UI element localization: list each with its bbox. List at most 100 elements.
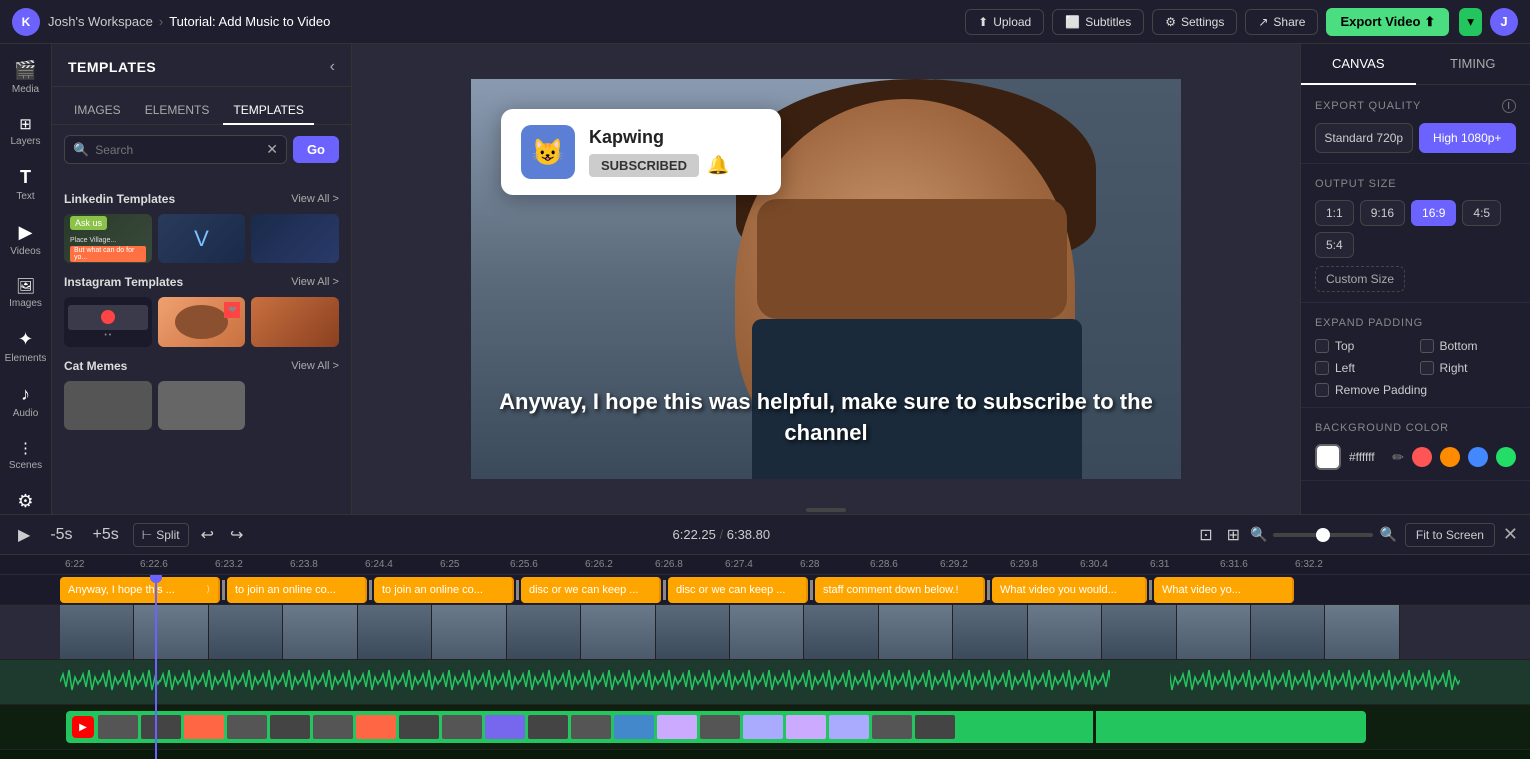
search-clear-button[interactable]: ✕ bbox=[266, 141, 278, 158]
export-quality-info-icon[interactable]: i bbox=[1502, 99, 1516, 113]
undo-button[interactable]: ↩ bbox=[197, 521, 218, 549]
music-bar[interactable]: ▶ bbox=[66, 711, 1366, 743]
tab-canvas[interactable]: CANVAS bbox=[1301, 44, 1416, 85]
color-swatch-red[interactable] bbox=[1412, 447, 1432, 467]
color-swatch-blue[interactable] bbox=[1468, 447, 1488, 467]
quality-720p-button[interactable]: Standard 720p bbox=[1315, 123, 1413, 153]
quality-1080p-button[interactable]: High 1080p+ bbox=[1419, 123, 1517, 153]
chip-handle-3 bbox=[663, 580, 666, 600]
catmemes-thumb-2[interactable] bbox=[158, 381, 246, 430]
padding-right-checkbox[interactable] bbox=[1420, 361, 1434, 375]
ruler-mark-2: 6:23.2 bbox=[215, 559, 243, 570]
linkedin-thumb-3[interactable] bbox=[251, 214, 339, 263]
tab-elements[interactable]: ELEMENTS bbox=[135, 97, 220, 125]
videos-icon: ▶ bbox=[19, 222, 33, 243]
tab-images[interactable]: IMAGES bbox=[64, 97, 131, 125]
ruler-mark-0: 6:22 bbox=[65, 559, 84, 570]
workspace-link[interactable]: Josh's Workspace bbox=[48, 14, 153, 29]
templates-panel: TEMPLATES ‹ IMAGES ELEMENTS TEMPLATES 🔍 … bbox=[52, 44, 352, 514]
size-9-16-button[interactable]: 9:16 bbox=[1360, 200, 1405, 226]
ruler-mark-15: 6:31 bbox=[1150, 559, 1169, 570]
export-button[interactable]: Export Video ⬆ bbox=[1326, 8, 1449, 36]
color-swatch-green[interactable] bbox=[1496, 447, 1516, 467]
subtitle-chip-4[interactable]: disc or we can keep ... bbox=[668, 577, 808, 603]
export-quality-title: EXPORT QUALITY i bbox=[1315, 99, 1516, 113]
avatar[interactable]: J bbox=[1490, 8, 1518, 36]
padding-left-checkbox[interactable] bbox=[1315, 361, 1329, 375]
bg-color-value: #ffffff bbox=[1349, 450, 1384, 464]
minus5-button[interactable]: -5s bbox=[44, 522, 78, 548]
video-frame-strip[interactable] bbox=[60, 605, 1400, 660]
sidebar-item-videos[interactable]: ▶ Videos bbox=[4, 214, 48, 265]
redo-button[interactable]: ↪ bbox=[226, 521, 247, 549]
size-5-4-button[interactable]: 5:4 bbox=[1315, 232, 1354, 258]
audio-waveform-svg bbox=[60, 662, 1460, 702]
zoom-fit-icon[interactable]: ⊡ bbox=[1195, 521, 1216, 549]
output-size-title: OUTPUT SIZE bbox=[1315, 178, 1516, 190]
panel-collapse-button[interactable]: ‹ bbox=[330, 58, 335, 76]
subtitle-chip-2[interactable]: to join an online co... bbox=[374, 577, 514, 603]
notif-sub-row: SUBSCRIBED 🔔 bbox=[589, 154, 761, 177]
subtitle-chip-6[interactable]: What video you would... bbox=[992, 577, 1147, 603]
sidebar-item-images[interactable]: 🖼 Images bbox=[4, 269, 48, 317]
sidebar-item-media[interactable]: 🎬 Media bbox=[4, 52, 48, 103]
bg-color-edit-button[interactable]: ✏ bbox=[1392, 449, 1404, 466]
ruler-mark-6: 6:25.6 bbox=[510, 559, 538, 570]
ruler-mark-14: 6:30.4 bbox=[1080, 559, 1108, 570]
size-16-9-button[interactable]: 16:9 bbox=[1411, 200, 1456, 226]
linkedin-thumb-2[interactable]: V bbox=[158, 214, 246, 263]
padding-top-checkbox[interactable] bbox=[1315, 339, 1329, 353]
videos-label: Videos bbox=[10, 246, 40, 257]
subtitle-chip-5[interactable]: staff comment down below.! bbox=[815, 577, 985, 603]
breadcrumb-separator: › bbox=[159, 14, 163, 29]
timeline-close-button[interactable]: ✕ bbox=[1503, 524, 1518, 545]
bg-color-title: BACKGROUND COLOR bbox=[1315, 422, 1516, 434]
size-4-5-button[interactable]: 4:5 bbox=[1462, 200, 1501, 226]
instagram-view-all[interactable]: View All > bbox=[291, 276, 339, 288]
linkedin-thumb-1[interactable]: Ask us Place Village... But what can do … bbox=[64, 214, 152, 263]
search-input[interactable] bbox=[95, 143, 260, 157]
instagram-thumb-3[interactable] bbox=[251, 297, 339, 346]
bg-color-swatch[interactable] bbox=[1315, 444, 1341, 470]
export-dropdown-button[interactable]: ▾ bbox=[1459, 8, 1482, 36]
resize-handle[interactable] bbox=[806, 508, 846, 512]
tab-timing[interactable]: TIMING bbox=[1416, 44, 1530, 85]
split-button[interactable]: ⊢ Split bbox=[133, 523, 189, 547]
color-swatch-orange[interactable] bbox=[1440, 447, 1460, 467]
sidebar-item-scenes[interactable]: ⋮ Scenes bbox=[4, 431, 48, 479]
fit-to-screen-button[interactable]: Fit to Screen bbox=[1405, 523, 1495, 547]
custom-size-button[interactable]: Custom Size bbox=[1315, 266, 1405, 292]
catmemes-thumb-1[interactable] bbox=[64, 381, 152, 430]
remove-padding-checkbox[interactable] bbox=[1315, 383, 1329, 397]
plus5-button[interactable]: +5s bbox=[87, 522, 125, 548]
instagram-thumb-2[interactable]: ❤ bbox=[158, 297, 246, 346]
catmemes-view-all[interactable]: View All > bbox=[291, 360, 339, 372]
subtitle-chip-3[interactable]: disc or we can keep ... bbox=[521, 577, 661, 603]
share-button[interactable]: ↗ Share bbox=[1245, 9, 1318, 35]
catmemes-title: Cat Memes bbox=[64, 359, 127, 373]
instagram-thumb-1[interactable]: • • bbox=[64, 297, 152, 346]
play-button[interactable]: ▶ bbox=[12, 521, 36, 549]
sidebar-item-audio[interactable]: ♪ Audio bbox=[4, 376, 48, 427]
video-track bbox=[0, 605, 1530, 660]
sidebar-item-elements[interactable]: ✦ Elements bbox=[4, 321, 48, 372]
size-1-1-button[interactable]: 1:1 bbox=[1315, 200, 1354, 226]
settings-button[interactable]: ⚙ Settings bbox=[1152, 9, 1237, 35]
subtitle-chip-0[interactable]: Anyway, I hope this ... ⟩ bbox=[60, 577, 220, 603]
subtitles-button[interactable]: ⬜ Subtitles bbox=[1052, 9, 1144, 35]
padding-bottom-checkbox[interactable] bbox=[1420, 339, 1434, 353]
upload-button[interactable]: ⬆ Upload bbox=[965, 9, 1044, 35]
share-icon: ↗ bbox=[1258, 15, 1268, 29]
sidebar-item-plugins[interactable]: ⚙ Plugins bbox=[4, 483, 48, 514]
go-button[interactable]: Go bbox=[293, 136, 339, 163]
sidebar-item-layers[interactable]: ⊞ Layers bbox=[4, 107, 48, 155]
linkedin-section-header: Linkedin Templates View All > bbox=[64, 192, 339, 206]
panel-content: Linkedin Templates View All > Ask us Pla… bbox=[52, 174, 351, 514]
tab-templates[interactable]: TEMPLATES bbox=[223, 97, 313, 125]
sidebar-item-text[interactable]: T Text bbox=[4, 159, 48, 210]
zoom-slider[interactable] bbox=[1273, 533, 1373, 537]
subtitle-chip-7[interactable]: What video yo... bbox=[1154, 577, 1294, 603]
zoom-expand-icon[interactable]: ⊞ bbox=[1223, 521, 1244, 549]
linkedin-view-all[interactable]: View All > bbox=[291, 193, 339, 205]
subtitle-chip-1[interactable]: to join an online co... bbox=[227, 577, 367, 603]
